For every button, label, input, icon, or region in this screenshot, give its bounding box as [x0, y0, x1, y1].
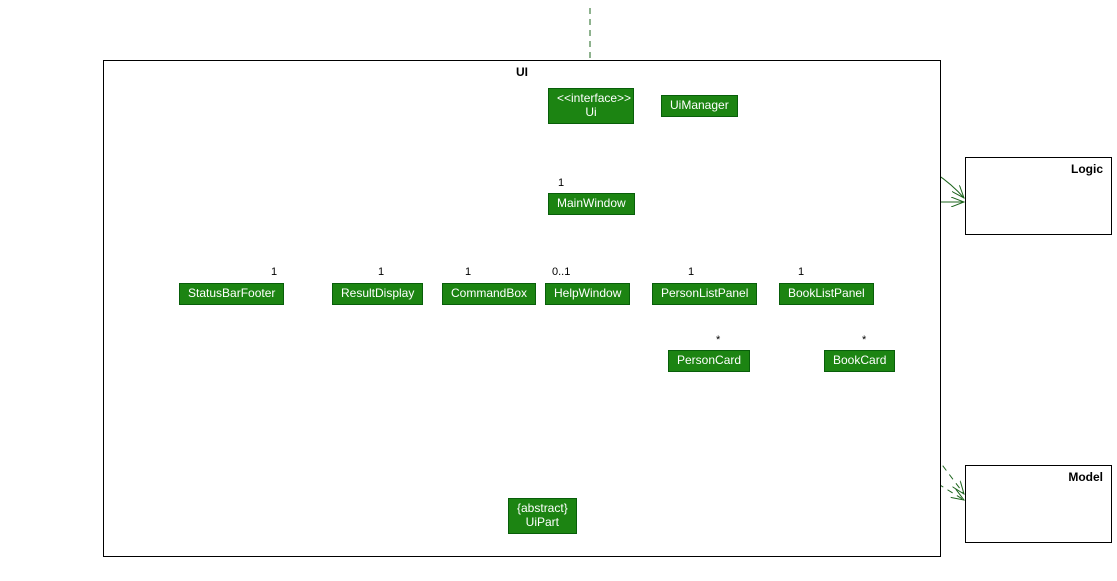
- package-model: Model: [965, 465, 1112, 543]
- class-uipart-name: UiPart: [517, 516, 568, 530]
- class-resultdisplay-name: ResultDisplay: [341, 286, 414, 300]
- mult-booklist-1: 1: [798, 266, 804, 278]
- package-ui: UI: [103, 60, 941, 557]
- class-bookcard: BookCard: [824, 350, 895, 372]
- class-personcard-name: PersonCard: [677, 353, 741, 367]
- class-uimanager-name: UiManager: [670, 98, 729, 112]
- class-commandbox: CommandBox: [442, 283, 536, 305]
- class-helpwindow: HelpWindow: [545, 283, 630, 305]
- stereotype-interface: <<interface>>: [557, 92, 625, 106]
- mult-helpwindow-01: 0..1: [552, 266, 570, 278]
- class-booklistpanel-name: BookListPanel: [788, 286, 865, 300]
- class-personcard: PersonCard: [668, 350, 750, 372]
- package-ui-label: UI: [516, 65, 528, 79]
- class-booklistpanel: BookListPanel: [779, 283, 874, 305]
- mult-statusbar-1: 1: [271, 266, 277, 278]
- class-commandbox-name: CommandBox: [451, 286, 527, 300]
- mult-mainwindow-1: 1: [558, 177, 564, 189]
- class-personlistpanel: PersonListPanel: [652, 283, 757, 305]
- class-bookcard-name: BookCard: [833, 353, 886, 367]
- stereotype-abstract: {abstract}: [517, 502, 568, 516]
- mult-commandbox-1: 1: [465, 266, 471, 278]
- class-resultdisplay: ResultDisplay: [332, 283, 423, 305]
- class-ui-name: Ui: [557, 106, 625, 120]
- mult-bookcard-star: *: [862, 334, 866, 346]
- class-uipart: {abstract} UiPart: [508, 498, 577, 534]
- class-helpwindow-name: HelpWindow: [554, 286, 621, 300]
- mult-personlist-1: 1: [688, 266, 694, 278]
- package-model-label: Model: [1068, 470, 1103, 484]
- class-ui-interface: <<interface>> Ui: [548, 88, 634, 124]
- class-uimanager: UiManager: [661, 95, 738, 117]
- mult-personcard-star: *: [716, 334, 720, 346]
- class-personlistpanel-name: PersonListPanel: [661, 286, 748, 300]
- package-logic: Logic: [965, 157, 1112, 235]
- class-statusbarfooter: StatusBarFooter: [179, 283, 284, 305]
- package-logic-label: Logic: [1071, 162, 1103, 176]
- class-statusbarfooter-name: StatusBarFooter: [188, 286, 275, 300]
- class-mainwindow-name: MainWindow: [557, 196, 626, 210]
- mult-resultdisplay-1: 1: [378, 266, 384, 278]
- class-mainwindow: MainWindow: [548, 193, 635, 215]
